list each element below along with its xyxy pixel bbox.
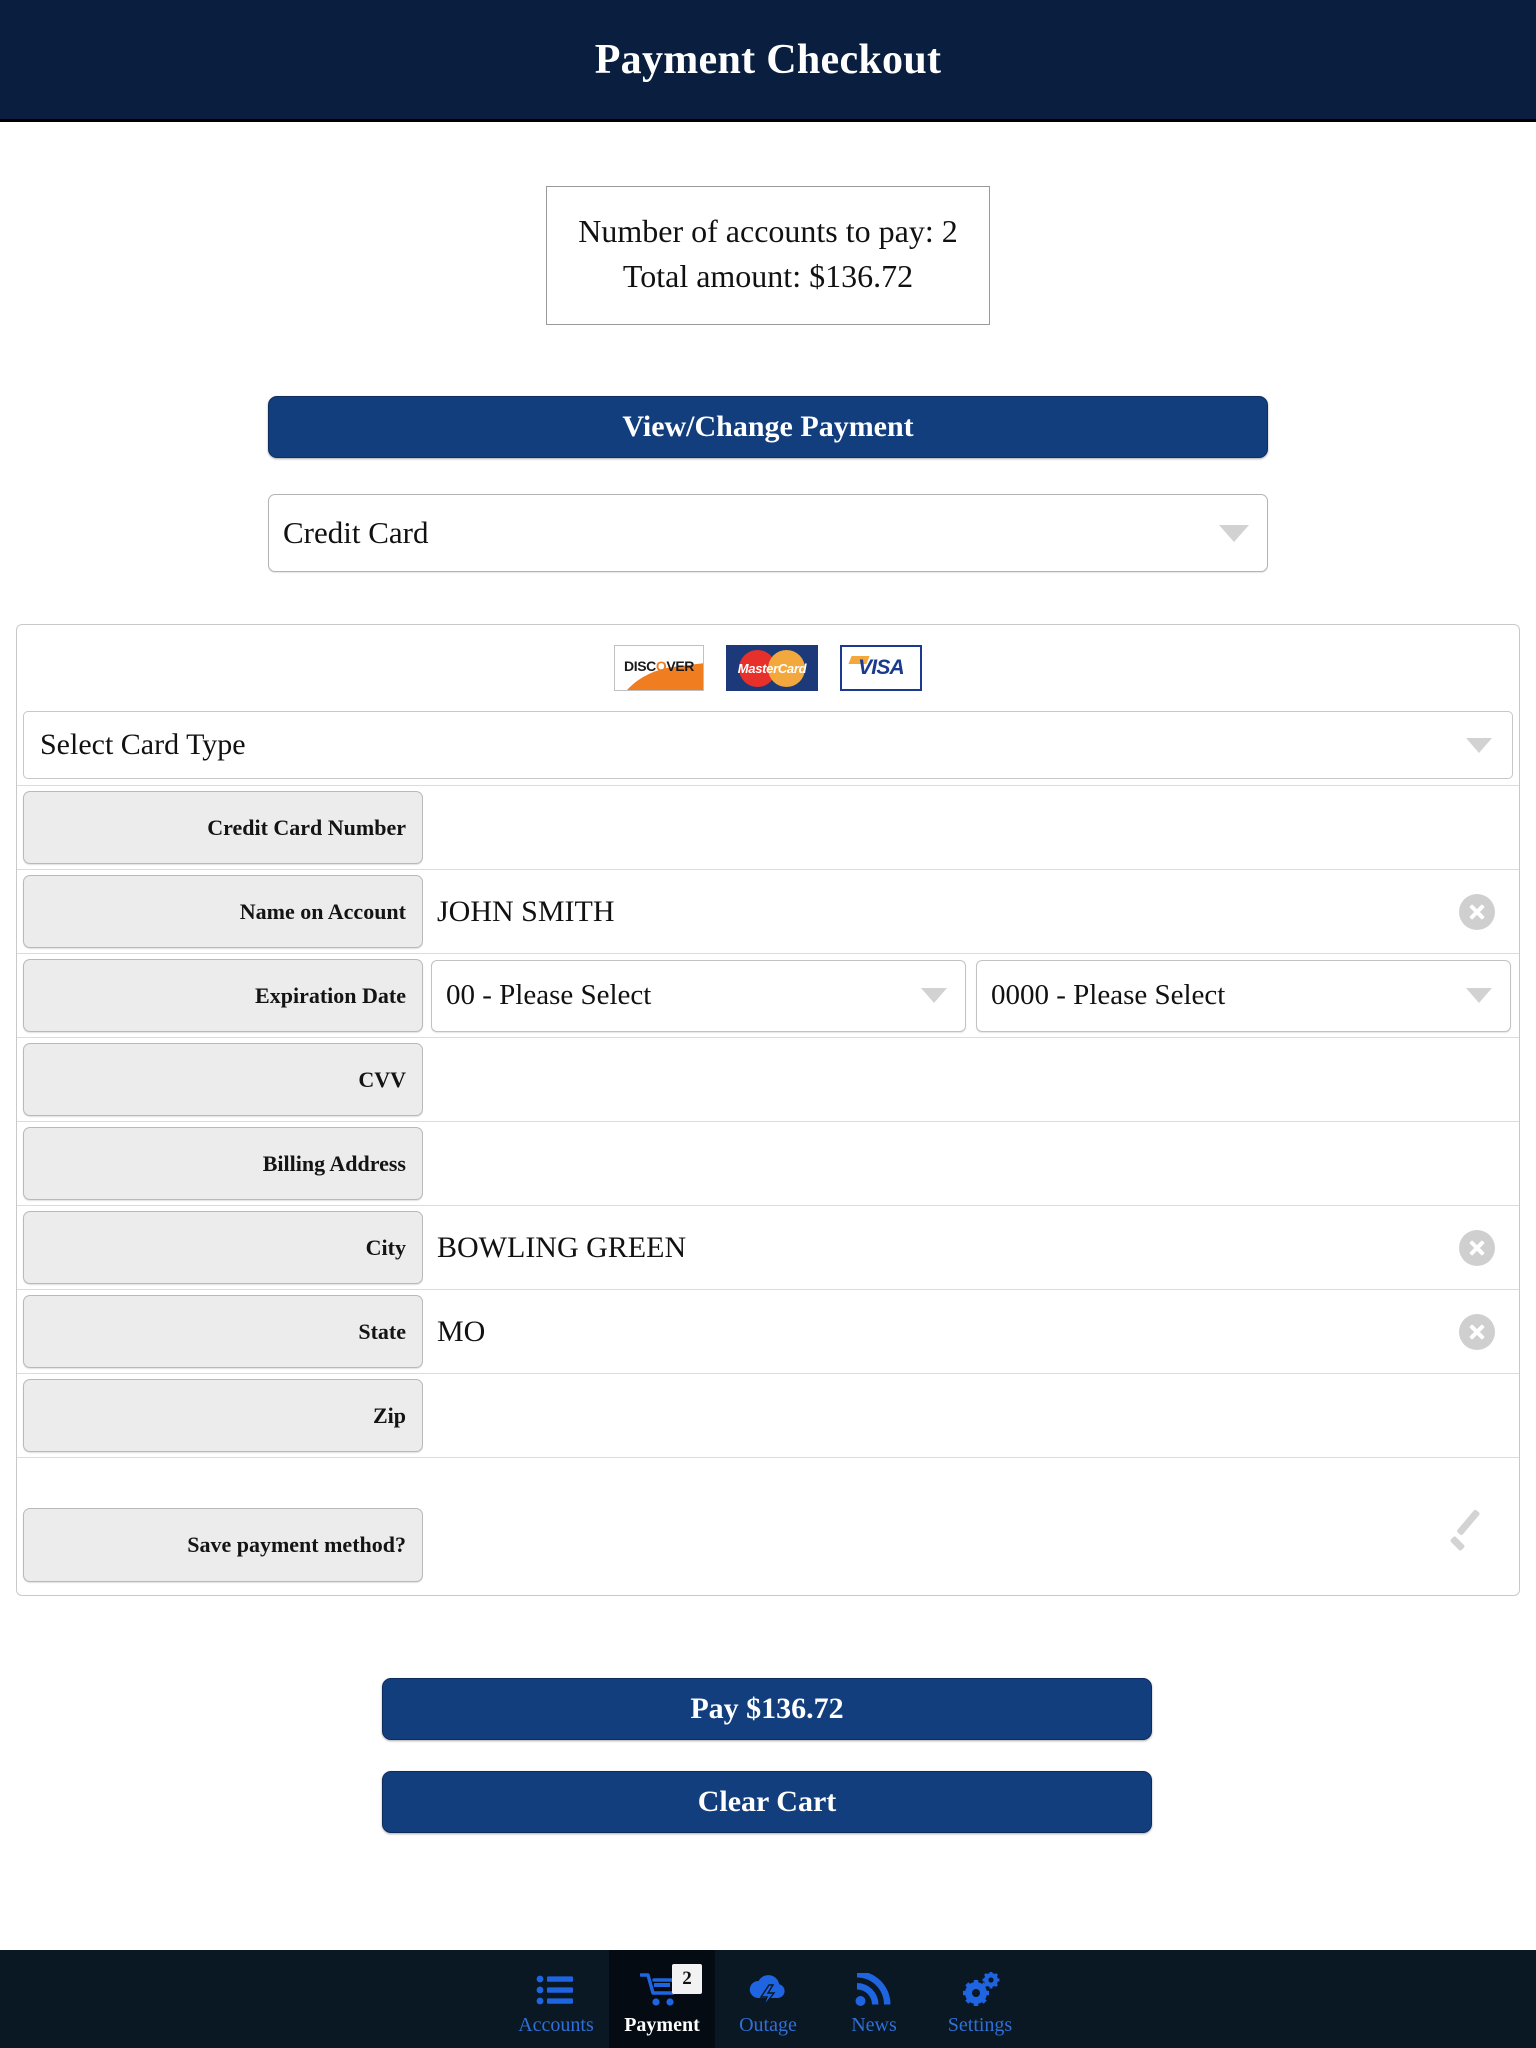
- card-type-value: Select Card Type: [40, 728, 246, 761]
- tab-accounts-label: Accounts: [518, 2013, 594, 2036]
- accepted-cards-row: DISCOVER MasterCard VISA: [17, 625, 1519, 709]
- save-payment-method-toggle[interactable]: [423, 1503, 1519, 1587]
- tab-outage-label: Outage: [739, 2013, 797, 2036]
- credit-card-number-input[interactable]: [423, 786, 1519, 869]
- payment-checkout-screen: Payment Checkout Number of accounts to p…: [0, 0, 1536, 2048]
- expiration-month-select[interactable]: 00 - Please Select: [431, 959, 966, 1032]
- tab-news-label: News: [851, 2013, 897, 2036]
- accounts-to-pay-text: Number of accounts to pay: 2: [578, 213, 958, 249]
- expiration-year-select[interactable]: 0000 - Please Select: [976, 959, 1511, 1032]
- credit-card-number-label: Credit Card Number: [23, 791, 423, 864]
- discover-logo: DISCOVER: [614, 645, 704, 691]
- clear-icon[interactable]: [1459, 1229, 1495, 1266]
- city-input[interactable]: BOWLING GREEN: [423, 1206, 1519, 1289]
- name-on-account-label: Name on Account: [23, 875, 423, 948]
- table-row: State MO: [17, 1289, 1519, 1373]
- tab-settings-label: Settings: [947, 2013, 1013, 2036]
- cart-summary-box: Number of accounts to pay: 2 Total amoun…: [546, 186, 990, 325]
- chevron-down-icon: [1466, 737, 1492, 753]
- bottom-navigation-bar: Accounts 2 Payment Outage News Settings: [0, 1950, 1536, 2048]
- cart-badge: 2: [672, 1963, 702, 1994]
- table-row: City BOWLING GREEN: [17, 1205, 1519, 1289]
- clear-cart-button[interactable]: Clear Cart: [382, 1771, 1152, 1833]
- visa-logo: VISA: [840, 645, 922, 691]
- state-input[interactable]: MO: [423, 1290, 1519, 1373]
- page-title: Payment Checkout: [594, 36, 942, 83]
- view-change-payment-button[interactable]: View/Change Payment: [268, 396, 1268, 458]
- total-amount-text: Total amount: $136.72: [622, 258, 914, 295]
- clear-icon[interactable]: [1459, 893, 1495, 930]
- city-value: BOWLING GREEN: [437, 1230, 687, 1264]
- billing-address-input[interactable]: [423, 1122, 1519, 1205]
- table-row: Zip: [17, 1373, 1519, 1457]
- clear-icon[interactable]: [1459, 1313, 1495, 1350]
- chevron-down-icon: [1466, 988, 1492, 1003]
- zip-input[interactable]: [423, 1374, 1519, 1457]
- state-value: MO: [437, 1314, 486, 1348]
- check-icon[interactable]: [1447, 1528, 1491, 1562]
- state-label: State: [23, 1295, 423, 1368]
- expiration-date-controls: 00 - Please Select 0000 - Please Select: [423, 954, 1519, 1037]
- tab-outage[interactable]: Outage: [715, 1950, 821, 2048]
- chevron-down-icon: [1219, 524, 1249, 542]
- name-on-account-input[interactable]: JOHN SMITH: [423, 870, 1519, 953]
- table-row: Save payment method?: [17, 1503, 1519, 1587]
- tab-settings[interactable]: Settings: [927, 1950, 1033, 2048]
- city-label: City: [23, 1211, 423, 1284]
- rss-icon: [855, 1968, 893, 2012]
- tab-accounts[interactable]: Accounts: [503, 1950, 609, 2048]
- zip-label: Zip: [23, 1379, 423, 1452]
- gear-icon: [959, 1968, 1001, 2012]
- cvv-label: CVV: [23, 1043, 423, 1116]
- expiration-date-label: Expiration Date: [23, 959, 423, 1032]
- form-divider: [17, 1457, 1519, 1503]
- card-type-select[interactable]: Select Card Type: [23, 711, 1513, 779]
- chevron-down-icon: [921, 988, 947, 1003]
- table-row: Expiration Date 00 - Please Select 0000 …: [17, 953, 1519, 1037]
- pay-button[interactable]: Pay $136.72: [382, 1678, 1152, 1740]
- table-row: Name on Account JOHN SMITH: [17, 869, 1519, 953]
- payment-method-value: Credit Card: [283, 515, 429, 550]
- shopping-cart-icon: 2: [640, 1963, 702, 2012]
- table-row: CVV: [17, 1037, 1519, 1121]
- storm-cloud-icon: [746, 1968, 790, 2012]
- tab-payment[interactable]: 2 Payment: [609, 1950, 715, 2048]
- table-row: Billing Address: [17, 1121, 1519, 1205]
- cvv-input[interactable]: [423, 1038, 1519, 1121]
- billing-address-label: Billing Address: [23, 1127, 423, 1200]
- list-icon: [536, 1968, 576, 2012]
- expiration-year-value: 0000 - Please Select: [991, 979, 1226, 1011]
- tab-payment-label: Payment: [624, 2013, 700, 2036]
- app-header: Payment Checkout: [0, 0, 1536, 122]
- expiration-month-value: 00 - Please Select: [446, 979, 652, 1011]
- table-row: Credit Card Number: [17, 785, 1519, 869]
- mastercard-logo: MasterCard: [726, 645, 818, 691]
- credit-card-form-panel: DISCOVER MasterCard VISA Select Card Typ…: [16, 624, 1520, 1596]
- name-on-account-value: JOHN SMITH: [437, 894, 615, 928]
- tab-news[interactable]: News: [821, 1950, 927, 2048]
- payment-method-select[interactable]: Credit Card: [268, 494, 1268, 572]
- save-payment-method-label: Save payment method?: [23, 1508, 423, 1582]
